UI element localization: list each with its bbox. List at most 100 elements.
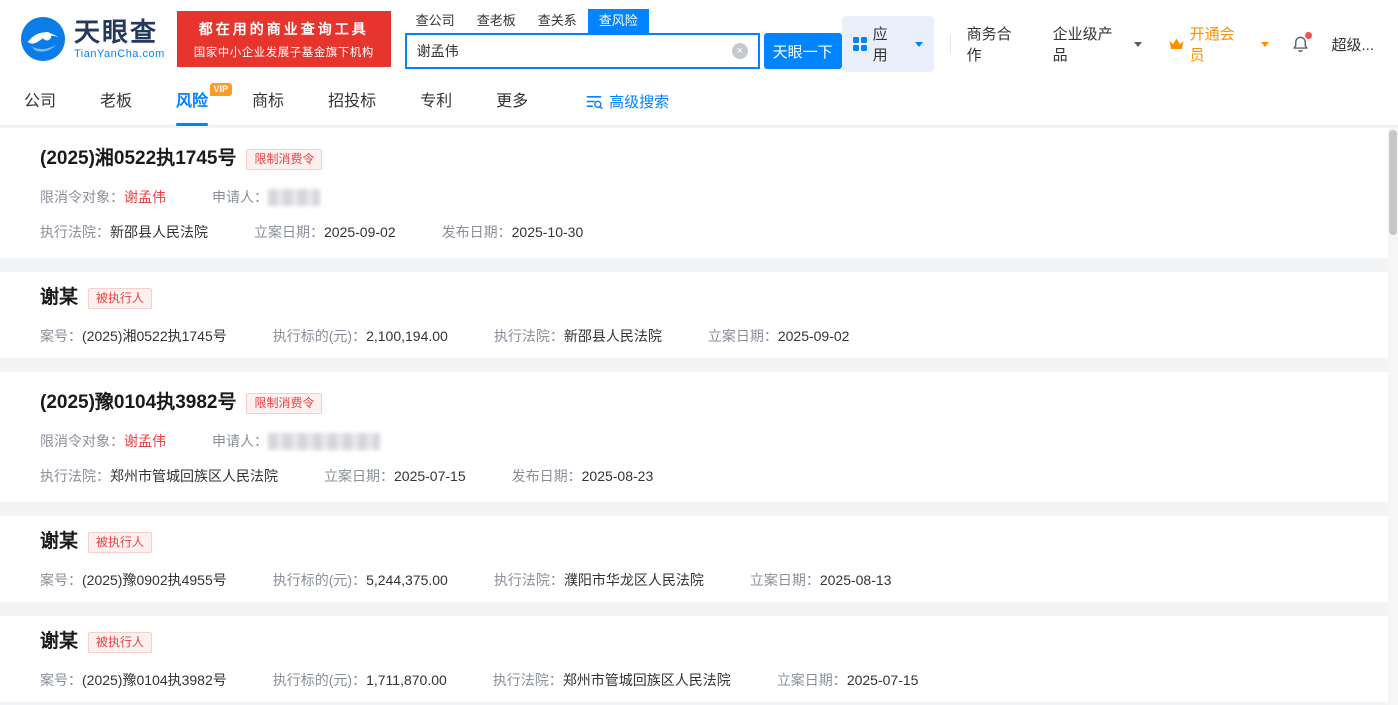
record-executed-person[interactable]: 谢某 被执行人 案号： (2025)豫0104执3982号 执行标的(元)： 1… xyxy=(0,616,1398,702)
apps-grid-icon xyxy=(853,37,867,51)
record-executed-person[interactable]: 谢某 被执行人 案号： (2025)湘0522执1745号 执行标的(元)： 2… xyxy=(0,272,1398,358)
record-executed-person[interactable]: 谢某 被执行人 案号： (2025)豫0902执4955号 执行标的(元)： 5… xyxy=(0,516,1398,602)
field-label: 执行法院： xyxy=(40,466,110,486)
result-category-nav: 公司 老板 风险 VIP 商标 招投标 专利 更多 高级搜索 xyxy=(0,78,1398,126)
field-label: 执行标的(元)： xyxy=(273,326,366,346)
field-label: 限消令对象： xyxy=(40,187,124,207)
search-tabs: 查公司 查老板 查关系 查风险 xyxy=(405,9,842,33)
field-label: 案号： xyxy=(40,670,82,690)
enterprise-products-label: 企业级产品 xyxy=(1053,23,1128,65)
advanced-search-icon xyxy=(586,94,603,109)
record-title[interactable]: (2025)湘0522执1745号 xyxy=(40,146,236,172)
restricted-person-link[interactable]: 谢孟伟 xyxy=(124,431,166,451)
tianyancha-logo[interactable]: 天眼查 TianYanCha.com xyxy=(20,16,165,62)
page: 天眼查 TianYanCha.com 都在用的商业查询工具 国家中小企业发展子基… xyxy=(0,0,1398,705)
filing-date-value: 2025-09-02 xyxy=(778,326,850,346)
enterprise-products-link[interactable]: 企业级产品 xyxy=(1053,23,1142,65)
field-label: 执行法院： xyxy=(494,326,564,346)
scrollbar-thumb[interactable] xyxy=(1389,130,1397,235)
advanced-search-label: 高级搜索 xyxy=(609,91,669,112)
chevron-down-icon xyxy=(1134,42,1142,47)
field-label: 发布日期： xyxy=(512,466,582,486)
search-tab-company[interactable]: 查公司 xyxy=(405,9,466,33)
record-title[interactable]: 谢某 xyxy=(40,629,78,655)
filing-date-value: 2025-07-15 xyxy=(847,670,919,690)
restricted-person-link[interactable]: 谢孟伟 xyxy=(124,187,166,207)
status-badge: 被执行人 xyxy=(88,532,152,553)
tab-trademark[interactable]: 商标 xyxy=(252,78,284,126)
status-badge: 限制消费令 xyxy=(246,149,322,170)
status-badge: 被执行人 xyxy=(88,288,152,309)
amount-value: 5,244,375.00 xyxy=(366,570,448,590)
search-input[interactable] xyxy=(417,43,732,59)
search-tab-relation[interactable]: 查关系 xyxy=(527,9,588,33)
logo-text: 天眼查 TianYanCha.com xyxy=(74,19,165,60)
notification-dot xyxy=(1305,32,1312,39)
tab-bidding[interactable]: 招投标 xyxy=(328,78,376,126)
filing-date-value: 2025-07-15 xyxy=(394,466,466,486)
eye-logo-icon xyxy=(20,16,66,62)
account-menu[interactable]: 超级... xyxy=(1332,34,1375,55)
notifications-button[interactable] xyxy=(1291,34,1310,55)
case-number-value: (2025)豫0104执3982号 xyxy=(82,670,227,690)
court-value: 濮阳市华龙区人民法院 xyxy=(564,570,704,590)
field-label: 执行法院： xyxy=(494,570,564,590)
business-coop-link[interactable]: 商务合作 xyxy=(967,23,1027,65)
search-area: 查公司 查老板 查关系 查风险 × 天眼一下 xyxy=(405,9,842,69)
search-tab-risk[interactable]: 查风险 xyxy=(588,9,649,33)
record-restriction-order[interactable]: (2025)豫0104执3982号 限制消费令 限消令对象： 谢孟伟 申请人： … xyxy=(0,372,1398,502)
filing-date-value: 2025-09-02 xyxy=(324,222,396,242)
field-label: 立案日期： xyxy=(708,326,778,346)
tab-risk-label: 风险 xyxy=(176,93,208,110)
field-label: 申请人： xyxy=(212,431,268,451)
brand-name: 天眼查 xyxy=(74,19,165,45)
case-number-value: (2025)豫0902执4955号 xyxy=(82,570,227,590)
brand-domain: TianYanCha.com xyxy=(74,49,165,60)
field-label: 限消令对象： xyxy=(40,431,124,451)
search-button[interactable]: 天眼一下 xyxy=(764,33,842,69)
header-right: 应用 商务合作 企业级产品 开通会员 xyxy=(842,16,1374,72)
record-title[interactable]: 谢某 xyxy=(40,529,78,555)
chevron-down-icon xyxy=(915,42,923,47)
clear-search-icon[interactable]: × xyxy=(732,43,748,59)
scrollbar[interactable] xyxy=(1388,126,1398,705)
record-title[interactable]: (2025)豫0104执3982号 xyxy=(40,390,236,416)
open-vip-link[interactable]: 开通会员 xyxy=(1168,23,1269,65)
field-label: 立案日期： xyxy=(324,466,394,486)
advanced-search-button[interactable]: 高级搜索 xyxy=(586,91,669,112)
tab-patent[interactable]: 专利 xyxy=(420,78,452,126)
tab-company[interactable]: 公司 xyxy=(24,78,56,126)
chevron-down-icon xyxy=(1261,42,1269,47)
search-box: × xyxy=(405,33,760,69)
publish-date-value: 2025-08-23 xyxy=(582,466,654,486)
court-value: 郑州市管城回族区人民法院 xyxy=(563,670,731,690)
publish-date-value: 2025-10-30 xyxy=(512,222,584,242)
vip-badge: VIP xyxy=(210,83,233,97)
tab-boss[interactable]: 老板 xyxy=(100,78,132,126)
court-value: 新邵县人民法院 xyxy=(110,222,208,242)
results-list: (2025)湘0522执1745号 限制消费令 限消令对象： 谢孟伟 申请人： … xyxy=(0,126,1398,705)
record-restriction-order[interactable]: (2025)湘0522执1745号 限制消费令 限消令对象： 谢孟伟 申请人： … xyxy=(0,128,1398,258)
field-label: 案号： xyxy=(40,326,82,346)
court-value: 新邵县人民法院 xyxy=(564,326,662,346)
field-label: 立案日期： xyxy=(777,670,847,690)
banner-line2: 国家中小企业发展子基金旗下机构 xyxy=(194,44,374,60)
field-label: 执行法院： xyxy=(493,670,563,690)
blurred-applicant xyxy=(268,189,320,206)
field-label: 立案日期： xyxy=(750,570,820,590)
field-label: 发布日期： xyxy=(442,222,512,242)
open-vip-label: 开通会员 xyxy=(1190,23,1250,65)
field-label: 执行法院： xyxy=(40,222,110,242)
record-title[interactable]: 谢某 xyxy=(40,285,78,311)
tab-risk[interactable]: 风险 VIP xyxy=(176,78,208,126)
field-label: 立案日期： xyxy=(254,222,324,242)
promo-banner: 都在用的商业查询工具 国家中小企业发展子基金旗下机构 xyxy=(177,11,391,67)
search-tab-boss[interactable]: 查老板 xyxy=(466,9,527,33)
apps-label: 应用 xyxy=(873,23,903,65)
search-row: × 天眼一下 xyxy=(405,33,842,69)
field-label: 执行标的(元)： xyxy=(273,670,366,690)
tab-more[interactable]: 更多 xyxy=(496,78,528,126)
apps-menu[interactable]: 应用 xyxy=(842,16,934,72)
status-badge: 限制消费令 xyxy=(246,393,322,414)
amount-value: 2,100,194.00 xyxy=(366,326,448,346)
